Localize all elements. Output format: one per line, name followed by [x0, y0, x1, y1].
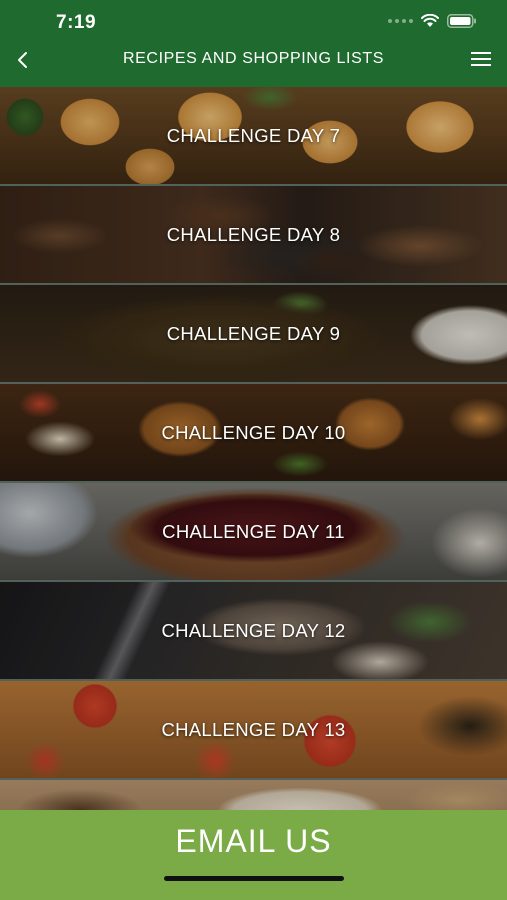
- challenge-row-day-13[interactable]: CHALLENGE DAY 13: [0, 681, 507, 780]
- challenge-row-day-8[interactable]: CHALLENGE DAY 8: [0, 186, 507, 285]
- challenge-row-day-7[interactable]: CHALLENGE DAY 7: [0, 87, 507, 186]
- status-icons: [388, 14, 477, 28]
- home-indicator[interactable]: [164, 876, 344, 881]
- status-time: 7:19: [56, 12, 97, 33]
- challenge-label: CHALLENGE DAY 12: [161, 619, 346, 641]
- email-us-button[interactable]: EMAIL US: [0, 810, 507, 900]
- challenge-row-day-12[interactable]: CHALLENGE DAY 12: [0, 582, 507, 681]
- email-us-label: EMAIL US: [175, 823, 332, 859]
- challenge-label: CHALLENGE DAY 11: [162, 520, 345, 542]
- challenge-label: CHALLENGE DAY 10: [161, 421, 346, 443]
- signal-icon: [388, 19, 413, 23]
- page-title: RECIPES AND SHOPPING LISTS: [123, 50, 384, 67]
- challenge-label: CHALLENGE DAY 13: [161, 718, 346, 740]
- top-bar: 7:19 RECIPES AND SHOPPING LISTS: [0, 0, 507, 87]
- challenge-row-day-11[interactable]: CHALLENGE DAY 11: [0, 483, 507, 582]
- challenge-row-day-9[interactable]: CHALLENGE DAY 9: [0, 285, 507, 384]
- challenge-row-day-10[interactable]: CHALLENGE DAY 10: [0, 384, 507, 483]
- hamburger-menu-icon[interactable]: [471, 52, 493, 68]
- app-screen: 7:19 RECIPES AND SHOPPING LISTS CHALLENG…: [0, 0, 507, 900]
- challenge-row-partial[interactable]: [0, 780, 507, 810]
- challenge-list: CHALLENGE DAY 7 CHALLENGE DAY 8 CHALLENG…: [0, 87, 507, 810]
- challenge-label: CHALLENGE DAY 7: [166, 124, 341, 146]
- challenge-label: CHALLENGE DAY 8: [166, 223, 341, 245]
- battery-icon: [447, 14, 476, 28]
- wifi-icon: [421, 14, 439, 27]
- challenge-label: CHALLENGE DAY 9: [166, 322, 341, 344]
